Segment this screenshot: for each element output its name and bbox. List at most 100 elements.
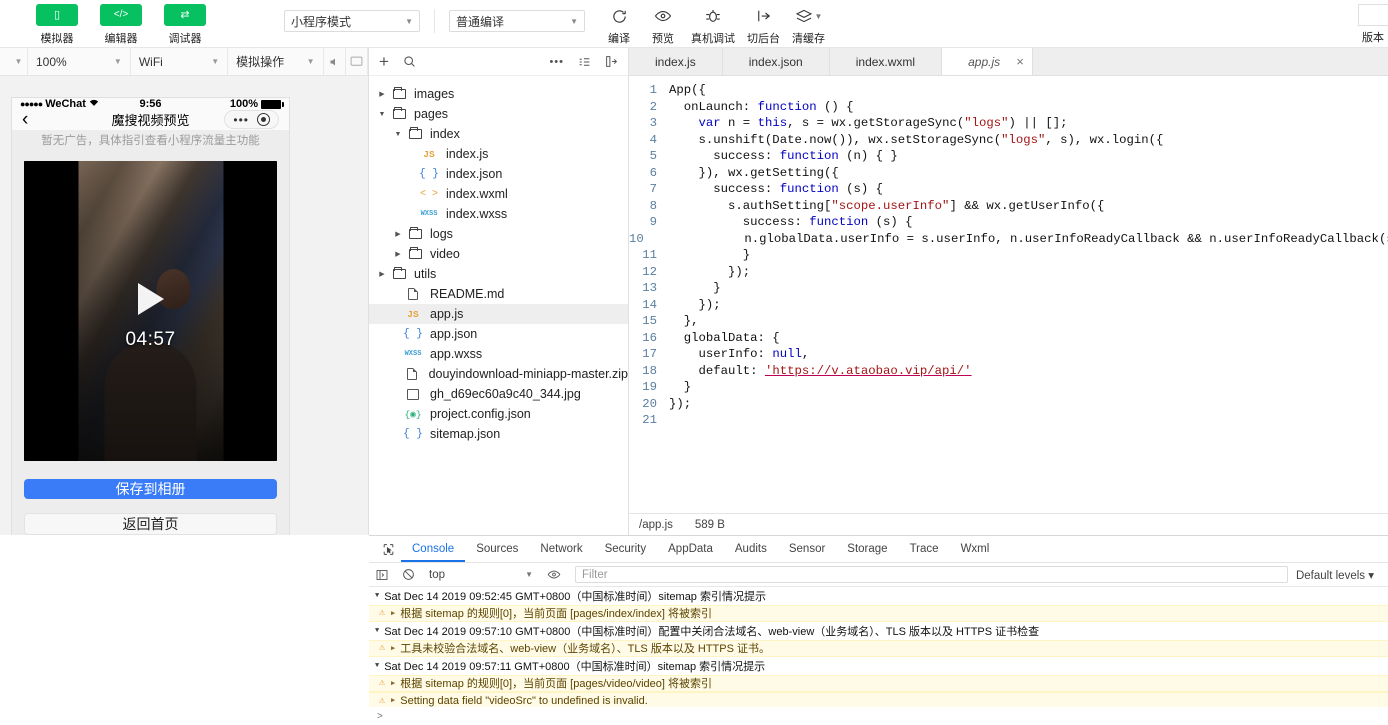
file-tree-item-label: app.wxss <box>430 347 483 361</box>
console-context-select[interactable]: top ▼ <box>421 569 541 581</box>
file-tree-item[interactable]: ▶README.md <box>369 284 628 304</box>
save-to-album-button[interactable]: 保存到相册 <box>24 479 277 499</box>
toolbar-simulator-label: 模拟器 <box>40 33 74 45</box>
caret-right-icon[interactable]: ▶ <box>391 679 395 688</box>
devtools-tab-sensor[interactable]: Sensor <box>778 536 836 562</box>
real-device-debug-button[interactable]: 真机调试 <box>685 4 741 46</box>
background-switch-button[interactable]: 切后台 <box>741 4 786 46</box>
file-tree-item[interactable]: ▶ images <box>369 84 628 104</box>
editor-tab[interactable]: app.js × <box>942 48 1033 75</box>
console-settings-eye-icon[interactable] <box>541 568 567 581</box>
file-tree-item[interactable]: ▶{◉}project.config.json <box>369 404 628 424</box>
back-to-home-button[interactable]: 返回首页 <box>24 513 277 535</box>
caret-right-icon[interactable]: ▶ <box>391 696 395 705</box>
devtools-tab-sources[interactable]: Sources <box>465 536 529 562</box>
file-tree-item[interactable]: ▶gh_d69ec60a9c40_344.jpg <box>369 384 628 404</box>
inspect-element-icon[interactable] <box>375 543 401 556</box>
file-tree-item[interactable]: ▶{ }index.json <box>369 164 628 184</box>
line-number: 9 <box>649 215 657 229</box>
file-tree-item[interactable]: ▶{ }sitemap.json <box>369 424 628 444</box>
devtools-tab-trace[interactable]: Trace <box>899 536 950 562</box>
file-tree-item[interactable]: ▶JSindex.js <box>369 144 628 164</box>
file-tree-item-label: app.js <box>430 307 464 321</box>
editor-tab[interactable]: index.json <box>723 48 830 75</box>
more-icon[interactable]: ••• <box>549 56 564 68</box>
caret-down-icon[interactable]: ▼ <box>393 131 403 138</box>
clear-console-icon[interactable] <box>395 568 421 581</box>
sort-icon[interactable] <box>578 56 591 68</box>
battery-percent: 100% <box>229 98 258 110</box>
devtools-tab-appdata[interactable]: AppData <box>657 536 724 562</box>
console-warning-row[interactable]: ⚠ ▶ Setting data field "videoSrc" to undef… <box>369 692 1388 707</box>
devtools-tab-audits[interactable]: Audits <box>724 536 778 562</box>
search-icon[interactable] <box>403 55 416 68</box>
console-prompt[interactable]: > <box>369 707 1388 725</box>
compile-mode-select[interactable]: 普通编译 ▼ <box>449 10 585 32</box>
file-tree-item[interactable]: ▶ video <box>369 244 628 264</box>
console-log-group[interactable]: ▼ Sat Dec 14 2019 09:52:45 GMT+0800（中国标准时… <box>369 587 1388 605</box>
file-tree-item[interactable]: ▼ pages <box>369 104 628 124</box>
editor-tab[interactable]: index.js <box>629 48 723 75</box>
console-warning-row[interactable]: ⚠ ▶ 根据 sitemap 的规则[0]，当前页面 [pages/video/vi… <box>369 674 1388 692</box>
sidebar-toggle-icon[interactable] <box>369 569 395 581</box>
refresh-icon <box>611 4 628 28</box>
devtools-tab-network[interactable]: Network <box>529 536 593 562</box>
zoom-select[interactable]: 100% ▼ <box>28 48 131 75</box>
message-icon[interactable] <box>346 48 368 75</box>
file-tree-item[interactable]: ▶WXSSapp.wxss <box>369 344 628 364</box>
line-number: 4 <box>649 132 657 147</box>
console-warning-row[interactable]: ⚠ ▶ 根据 sitemap 的规则[0]，当前页面 [pages/index/in… <box>369 604 1388 622</box>
file-tree-item[interactable]: ▶WXSSindex.wxss <box>369 204 628 224</box>
close-icon[interactable]: × <box>1016 54 1024 69</box>
caret-down-icon[interactable]: ▼ <box>375 592 379 600</box>
device-select[interactable]: ▼ <box>0 48 28 75</box>
preview-button[interactable]: 预览 <box>641 4 685 46</box>
file-tree-item[interactable]: ▶ utils <box>369 264 628 284</box>
video-player[interactable]: 04:57 <box>24 161 277 461</box>
console-warning-row[interactable]: ⚠ ▶ 工具未校验合法域名、web-view（业务域名）、TLS 版本以及 HTTP… <box>369 639 1388 657</box>
caret-right-icon[interactable]: ▶ <box>377 90 387 98</box>
console-log-group[interactable]: ▼ Sat Dec 14 2019 09:57:11 GMT+0800（中国标准时… <box>369 657 1388 675</box>
mode-select[interactable]: 小程序模式 ▼ <box>284 10 420 32</box>
clear-cache-button[interactable]: ▼ 清缓存 <box>786 4 831 46</box>
log-level-select[interactable]: Default levels ▾ <box>1296 568 1388 582</box>
file-tree-item[interactable]: ▶{ }app.json <box>369 324 628 344</box>
compile-button[interactable]: 编译 <box>597 4 641 46</box>
editor-body[interactable]: 1 App({2 onLaunch: function () {3 var n =… <box>629 76 1388 513</box>
file-tree-item[interactable]: ▶JSapp.js <box>369 304 628 324</box>
code-text: onLaunch: function () { <box>669 99 854 114</box>
caret-right-icon[interactable]: ▶ <box>391 609 395 618</box>
play-icon[interactable] <box>137 283 164 315</box>
volume-icon[interactable] <box>324 48 346 75</box>
caret-down-icon[interactable]: ▼ <box>375 662 379 670</box>
toolbar-debugger-button[interactable]: ⇄ 调试器 <box>160 4 210 46</box>
simulate-operation-select[interactable]: 模拟操作 ▼ <box>228 48 324 75</box>
caret-down-icon[interactable]: ▼ <box>377 111 387 118</box>
network-select[interactable]: WiFi ▼ <box>131 48 229 75</box>
caret-down-icon[interactable]: ▼ <box>375 627 379 635</box>
caret-right-icon[interactable]: ▶ <box>393 230 403 238</box>
file-tree-item[interactable]: ▶douyindownload-miniapp-master.zip <box>369 364 628 384</box>
file-tree-item[interactable]: ▶ logs <box>369 224 628 244</box>
target-icon[interactable] <box>257 113 270 127</box>
more-dots-icon[interactable]: ••• <box>233 114 249 126</box>
toolbar-editor-button[interactable]: </> 编辑器 <box>96 4 146 46</box>
caret-right-icon[interactable]: ▶ <box>377 270 387 278</box>
file-tree-item[interactable]: ▶< >index.wxml <box>369 184 628 204</box>
console-log-group[interactable]: ▼ Sat Dec 14 2019 09:57:10 GMT+0800（中国标准时… <box>369 622 1388 640</box>
devtools-tab-wxml[interactable]: Wxml <box>950 536 1001 562</box>
capsule-button[interactable]: ••• <box>224 110 279 130</box>
caret-right-icon[interactable]: ▶ <box>393 250 403 258</box>
file-tree-item[interactable]: ▼ index <box>369 124 628 144</box>
log-level-value: Default levels <box>1295 569 1366 582</box>
devtools-tab-storage[interactable]: Storage <box>836 536 898 562</box>
caret-right-icon[interactable]: ▶ <box>391 644 395 653</box>
devtools-tab-console[interactable]: Console <box>401 536 465 562</box>
add-icon[interactable]: + <box>379 52 389 72</box>
editor-tab[interactable]: index.wxml <box>830 48 943 75</box>
collapse-icon[interactable] <box>605 55 618 68</box>
console-filter-input[interactable]: Filter <box>575 566 1288 583</box>
version-button[interactable]: 版本 <box>1358 4 1388 45</box>
devtools-tab-security[interactable]: Security <box>594 536 658 562</box>
toolbar-simulator-button[interactable]: ▯ 模拟器 <box>32 4 82 46</box>
